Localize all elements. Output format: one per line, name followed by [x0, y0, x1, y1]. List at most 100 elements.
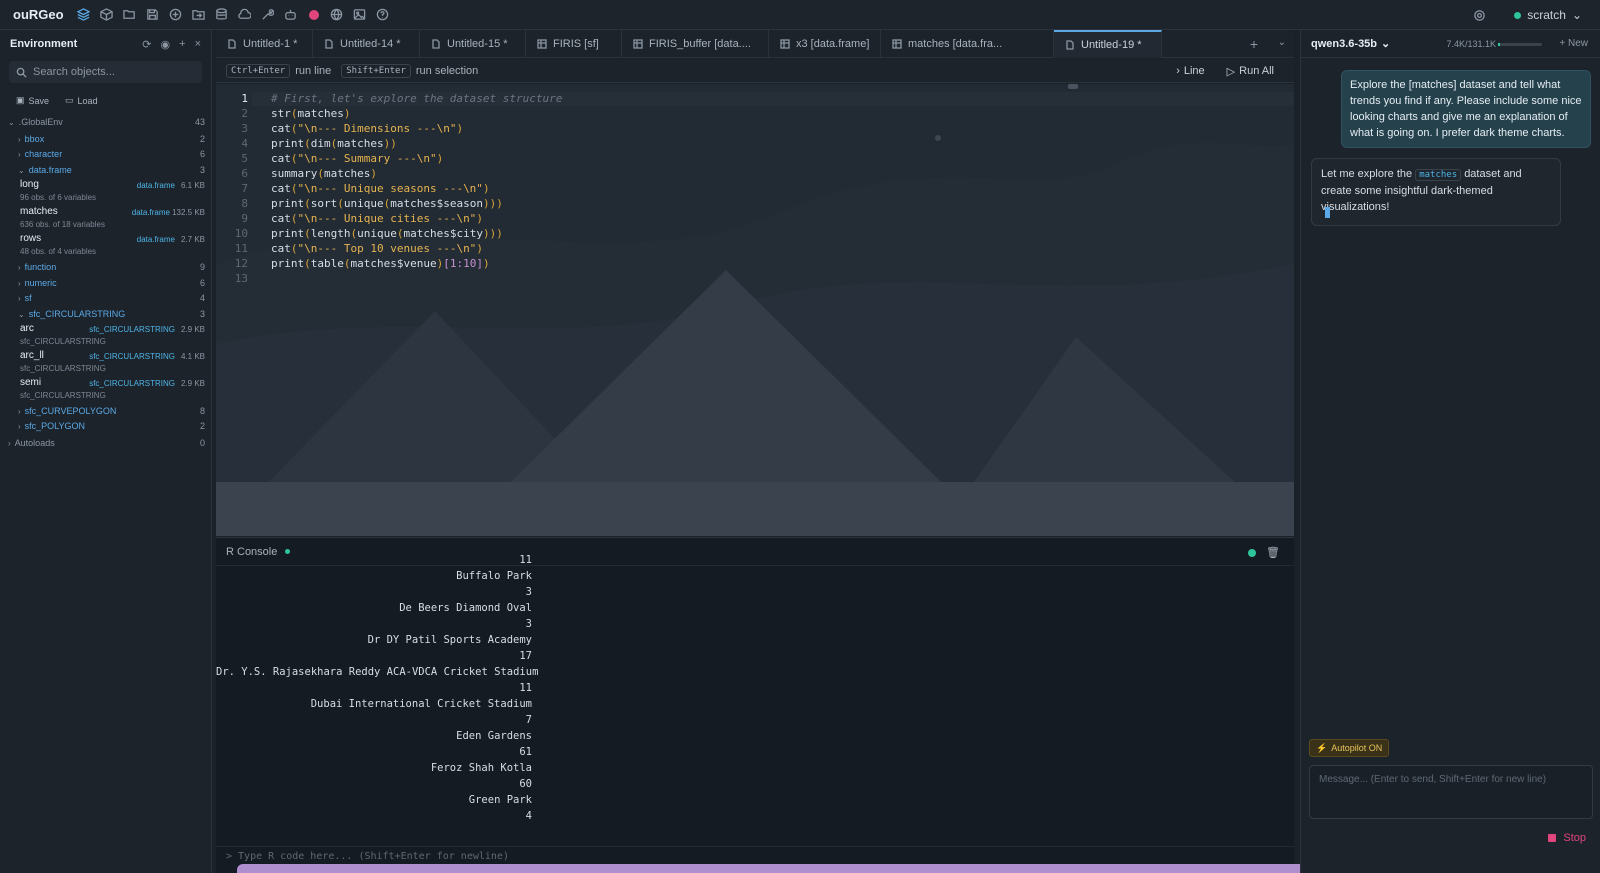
chevron-right-icon: › [18, 149, 21, 159]
chevron-right-icon: › [8, 438, 11, 448]
model-selector[interactable]: qwen3.6-35b ⌄ [1311, 37, 1390, 51]
editor-tab[interactable]: Untitled-14 * [313, 30, 420, 58]
tree-item[interactable]: arc_ll sfc_CIRCULARSTRING 4.1 KB sfc_CIRCUL… [0, 350, 212, 377]
panel-title: Environment [10, 38, 78, 50]
load-button[interactable]: ▭ Load [65, 95, 98, 106]
assistant-message: Let me explore the matches dataset and c… [1311, 158, 1561, 226]
code-editor[interactable]: 1 # First, let's explore the dataset stru… [216, 84, 1294, 536]
editor-tab[interactable]: Untitled-15 * [420, 30, 526, 58]
new-tab-icon[interactable]: + [1250, 36, 1258, 52]
editor-tabs: + ⌄ Untitled-1 * Untitled-14 * Untitled-15… [216, 30, 1294, 58]
code-line: # First, let's explore the dataset struc… [271, 92, 563, 105]
console-input[interactable]: > Type R code here... (Shift+Enter for n… [216, 846, 1294, 862]
tree-item[interactable]: long data.frame 6.1 KB 96 obs. of 6 variabl… [0, 179, 212, 206]
editor-tab[interactable]: Untitled-1 * [216, 30, 313, 58]
message-input[interactable]: Message... (Enter to send, Shift+Enter f… [1309, 765, 1593, 819]
run-line-button[interactable]: › Line [1176, 65, 1204, 77]
tree-group[interactable]: › function 9 [0, 260, 212, 274]
refresh-icon[interactable]: ⟳ [142, 38, 151, 51]
tree-group-count: 6 [199, 278, 205, 288]
tree-item[interactable]: matches data.frame 132.5 KB 636 obs. of 18 … [0, 206, 212, 233]
save-button[interactable]: ▣ Save [16, 95, 49, 106]
eye-icon[interactable]: ◉ [161, 38, 171, 51]
object-summary: 96 obs. of 6 variables [20, 193, 97, 202]
tree-group-count: 2 [199, 134, 205, 144]
tree-group-count: 3 [199, 309, 205, 319]
robot-icon[interactable] [281, 5, 301, 25]
import-folder-icon[interactable] [189, 5, 209, 25]
object-summary: 636 obs. of 18 variables [20, 220, 105, 229]
object-type: sfc_CIRCULARSTRING [89, 325, 175, 334]
search-input[interactable]: Search objects... [9, 61, 202, 83]
stop-button[interactable]: Stop [1548, 832, 1586, 844]
trash-icon[interactable]: 🗑 [1266, 546, 1280, 559]
chevron-right-icon: › [18, 278, 21, 288]
line-number: 6 [241, 167, 248, 180]
tree-group[interactable]: ⌄ sfc_CIRCULARSTRING 3 [0, 307, 212, 321]
shortcut-key: Shift+Enter [341, 63, 411, 78]
wrench-icon[interactable] [258, 5, 278, 25]
tree-global-env[interactable]: ⌄ .GlobalEnv 43 [0, 115, 212, 129]
tree-item[interactable]: rows data.frame 2.7 KB 48 obs. of 4 variabl… [0, 233, 212, 260]
save-all-icon[interactable] [166, 5, 186, 25]
object-size: 2.9 KB [180, 379, 205, 388]
tree-autoloads[interactable]: › Autoloads 0 [0, 436, 212, 450]
save-icon: ▣ [16, 95, 25, 105]
editor-tab[interactable]: FIRIS_buffer [data.... [622, 30, 769, 58]
object-type: data.frame [136, 181, 175, 190]
globe-icon[interactable] [327, 5, 347, 25]
tree-group[interactable]: › numeric 6 [0, 276, 212, 290]
tree-group[interactable]: ⌄ data.frame 3 [0, 163, 212, 177]
file-icon [228, 39, 236, 49]
help-icon[interactable] [373, 5, 393, 25]
chevron-down-icon: ⌄ [1571, 8, 1582, 22]
folder-open-icon[interactable] [120, 5, 140, 25]
table-icon [780, 39, 790, 49]
run-all-button[interactable]: ▷ Run All [1227, 65, 1274, 78]
tab-label: Untitled-14 * [340, 38, 401, 50]
editor-tab[interactable]: FIRIS [sf] [526, 30, 622, 58]
tree-group-name: sfc_CIRCULARSTRING [28, 309, 126, 319]
line-number: 13 [234, 272, 248, 285]
editor-tab[interactable]: Untitled-19 * [1054, 30, 1162, 58]
console-output-line: 4 [525, 810, 532, 822]
file-icon [325, 39, 333, 49]
token-count: 7.4K/131.1K [1446, 39, 1496, 49]
project-selector[interactable]: scratch ⌄ [1514, 8, 1582, 22]
tree-item[interactable]: semi sfc_CIRCULARSTRING 2.9 KB sfc_CIRCULAR… [0, 377, 212, 404]
editor-tab[interactable]: matches [data.fra... [881, 30, 1054, 58]
layers-icon[interactable] [74, 5, 94, 25]
editor-tab[interactable]: x3 [data.frame] [769, 30, 881, 58]
console-output-line: Green Park [468, 794, 532, 806]
chevron-down-icon[interactable]: ⌄ [1278, 37, 1286, 48]
save-icon[interactable] [143, 5, 163, 25]
cube-icon[interactable] [97, 5, 117, 25]
table-icon [537, 39, 547, 49]
image-icon[interactable] [350, 5, 370, 25]
add-icon[interactable]: + [179, 38, 185, 51]
chevron-right-icon: › [18, 421, 21, 431]
tree-group[interactable]: › character 6 [0, 147, 212, 161]
tree-group[interactable]: › sf 4 [0, 291, 212, 305]
code-line: cat("\n--- Summary ---\n") [271, 152, 444, 165]
autopilot-toggle[interactable]: ⚡ Autopilot ON [1309, 739, 1390, 757]
top-toolbar: ouRGeo scratch ⌄ [0, 0, 1600, 30]
line-number: 8 [241, 197, 248, 210]
search-icon [16, 67, 27, 78]
tree-item[interactable]: arc sfc_CIRCULARSTRING 2.9 KB sfc_CIRCULARS… [0, 323, 212, 350]
tab-label: x3 [data.frame] [796, 38, 870, 50]
database-icon[interactable] [212, 5, 232, 25]
new-chat-button[interactable]: + New [1559, 38, 1588, 49]
app-logo: ouRGeo [13, 7, 64, 22]
tree-group[interactable]: › sfc_CURVEPOLYGON 8 [0, 404, 212, 418]
settings-gear-icon[interactable] [1469, 5, 1489, 25]
tree-group[interactable]: › bbox 2 [0, 132, 212, 146]
record-icon[interactable] [304, 5, 324, 25]
tree-group[interactable]: › sfc_POLYGON 2 [0, 419, 212, 433]
tree-group-name: sf [24, 293, 32, 303]
cloud-icon[interactable] [235, 5, 255, 25]
tree-group-count: 4 [199, 293, 205, 303]
close-icon[interactable]: × [195, 38, 201, 51]
console-output-line: 61 [519, 746, 532, 758]
tree-group-count: 8 [199, 406, 205, 416]
